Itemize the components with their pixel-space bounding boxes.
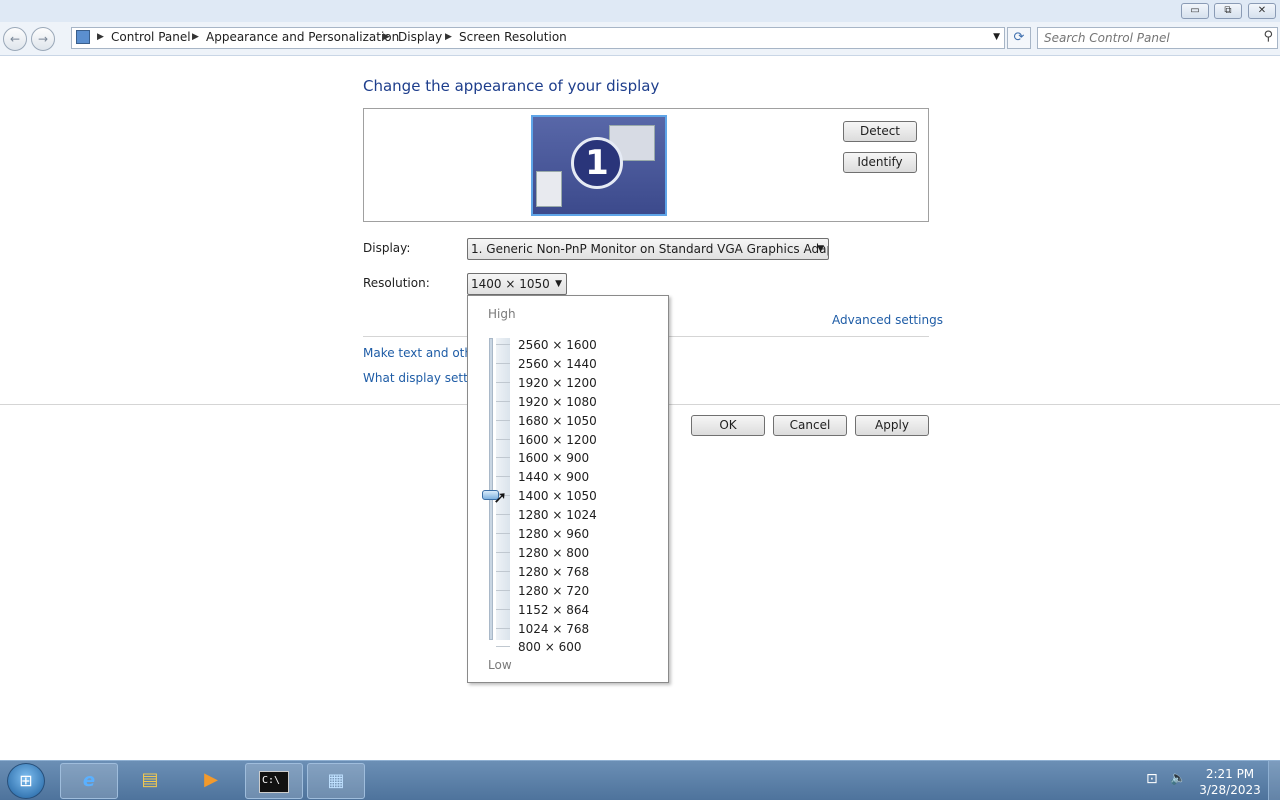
- resolution-option[interactable]: 1600 × 1200: [518, 433, 597, 447]
- slider-tick: [496, 401, 510, 402]
- resolution-option[interactable]: 2560 × 1600: [518, 338, 597, 352]
- slider-tick: [496, 552, 510, 553]
- resolution-label: Resolution:: [363, 276, 430, 290]
- slider-tick: [496, 439, 510, 440]
- resolution-option[interactable]: 1920 × 1080: [518, 395, 597, 409]
- restore-button[interactable]: ⧉: [1214, 3, 1242, 19]
- slider-tick: [496, 514, 510, 515]
- window-thumbnail-icon: [536, 171, 562, 207]
- resolution-select-value: 1400 × 1050: [471, 277, 550, 291]
- cancel-button[interactable]: Cancel: [773, 415, 847, 436]
- minimize-button[interactable]: ▭: [1181, 3, 1209, 19]
- navigation-bar: ← → ▶ Control Panel ▶ Appearance and Per…: [0, 22, 1280, 56]
- slider-tick: [496, 609, 510, 610]
- display-label: Display:: [363, 241, 411, 255]
- monitor-number: 1: [571, 137, 623, 189]
- refresh-button[interactable]: ⟳: [1007, 27, 1031, 49]
- address-dropdown-icon[interactable]: ▼: [993, 32, 1000, 42]
- forward-button[interactable]: →: [31, 27, 55, 51]
- control-panel-icon: [76, 30, 90, 44]
- clock-date[interactable]: 3/28/2023: [1198, 783, 1262, 797]
- resolution-option[interactable]: 1152 × 864: [518, 603, 589, 617]
- resolution-option[interactable]: 1280 × 800: [518, 546, 589, 560]
- command-prompt-icon: C:\: [259, 771, 289, 793]
- start-button[interactable]: ⊞: [7, 763, 45, 799]
- slider-tick: [496, 363, 510, 364]
- display-select[interactable]: 1. Generic Non-PnP Monitor on Standard V…: [467, 238, 829, 260]
- high-label: High: [488, 307, 516, 321]
- resolution-option[interactable]: 1440 × 900: [518, 470, 589, 484]
- resolution-option[interactable]: 1400 × 1050: [518, 489, 597, 503]
- resolution-option[interactable]: 800 × 600: [518, 640, 582, 654]
- search-box[interactable]: ⚲: [1037, 27, 1278, 49]
- advanced-settings-link[interactable]: Advanced settings: [832, 313, 943, 327]
- taskbar-file-explorer[interactable]: ▤: [121, 763, 179, 799]
- breadcrumb-screen-resolution[interactable]: Screen Resolution: [459, 30, 567, 44]
- network-icon[interactable]: ⊡: [1146, 771, 1158, 787]
- display-select-value: 1. Generic Non-PnP Monitor on Standard V…: [471, 242, 829, 256]
- breadcrumb-arrow-icon[interactable]: ▶: [192, 32, 199, 42]
- ok-button[interactable]: OK: [691, 415, 765, 436]
- slider-tick: [496, 420, 510, 421]
- taskbar-control-panel[interactable]: ▦: [307, 763, 365, 799]
- taskbar-internet-explorer[interactable]: e: [60, 763, 118, 799]
- show-desktop-button[interactable]: [1268, 761, 1280, 800]
- low-label: Low: [488, 658, 512, 672]
- volume-icon[interactable]: 🔈: [1170, 771, 1186, 786]
- resolution-option[interactable]: 1680 × 1050: [518, 414, 597, 428]
- slider-tick: [496, 382, 510, 383]
- slider-tick: [496, 344, 510, 345]
- slider-tick: [496, 571, 510, 572]
- detect-button[interactable]: Detect: [843, 121, 917, 142]
- resolution-option[interactable]: 1280 × 768: [518, 565, 589, 579]
- resolution-option[interactable]: 1280 × 720: [518, 584, 589, 598]
- resolution-option[interactable]: 2560 × 1440: [518, 357, 597, 371]
- chevron-down-icon: ▼: [817, 244, 824, 254]
- resolution-option[interactable]: 1024 × 768: [518, 622, 589, 636]
- close-button[interactable]: ✕: [1248, 3, 1276, 19]
- identify-button[interactable]: Identify: [843, 152, 917, 173]
- monitor-1-icon[interactable]: 1: [531, 115, 667, 216]
- slider-tick: [496, 457, 510, 458]
- taskbar-command-prompt[interactable]: C:\: [245, 763, 303, 799]
- taskbar: ⊞ e ▤ ▶ C:\ ▦ ⊡ 🔈 2:21 PM 3/28/2023: [0, 760, 1280, 800]
- resolution-option[interactable]: 1920 × 1200: [518, 376, 597, 390]
- address-bar[interactable]: ▶ Control Panel ▶ Appearance and Persona…: [71, 27, 1005, 49]
- breadcrumb-arrow-icon[interactable]: ▶: [383, 32, 390, 42]
- slider-tick: [496, 590, 510, 591]
- chevron-down-icon: ▼: [555, 279, 562, 289]
- resolution-dropdown: High 2560 × 1600 2560 × 1440 1920 × 1200 19…: [467, 295, 669, 683]
- slider-tick: [496, 646, 510, 647]
- breadcrumb-appearance[interactable]: Appearance and Personalization: [206, 30, 399, 44]
- slider-tick: [496, 533, 510, 534]
- clock-time[interactable]: 2:21 PM: [1198, 767, 1262, 781]
- back-button[interactable]: ←: [3, 27, 27, 51]
- page-title: Change the appearance of your display: [363, 77, 660, 95]
- taskbar-media-player[interactable]: ▶: [182, 763, 240, 799]
- resolution-option[interactable]: 1280 × 960: [518, 527, 589, 541]
- search-input[interactable]: [1044, 30, 1254, 46]
- resolution-option[interactable]: 1600 × 900: [518, 451, 589, 465]
- mouse-cursor-icon: ➚: [493, 488, 508, 508]
- resolution-select[interactable]: 1400 × 1050 ▼: [467, 273, 567, 295]
- breadcrumb-control-panel[interactable]: Control Panel: [111, 30, 191, 44]
- slider-tick: [496, 476, 510, 477]
- breadcrumb-arrow-icon: ▶: [97, 32, 104, 42]
- resolution-option[interactable]: 1280 × 1024: [518, 508, 597, 522]
- monitor-panel: 1 Detect Identify: [363, 108, 929, 222]
- slider-tick: [496, 628, 510, 629]
- title-bar: ▭ ⧉ ✕: [0, 0, 1280, 22]
- breadcrumb-display[interactable]: Display: [398, 30, 442, 44]
- search-icon[interactable]: ⚲: [1263, 29, 1273, 44]
- apply-button[interactable]: Apply: [855, 415, 929, 436]
- breadcrumb-arrow-icon[interactable]: ▶: [445, 32, 452, 42]
